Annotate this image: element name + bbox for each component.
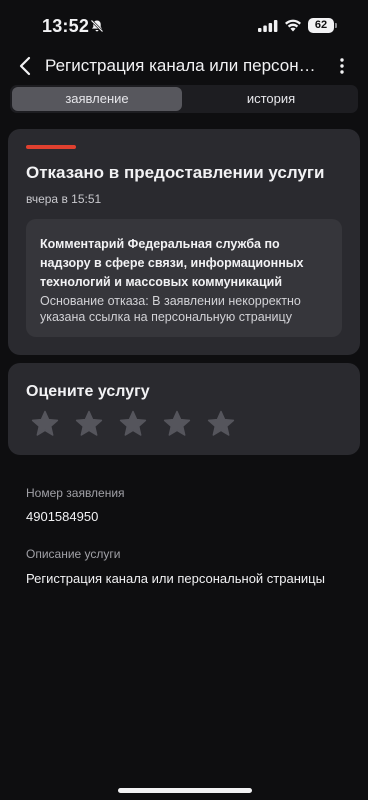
back-arrow-icon[interactable] [16, 54, 36, 78]
more-vertical-icon[interactable] [334, 56, 350, 76]
comment-title: Комментарий Федеральная служба по надзор… [40, 237, 304, 289]
application-number-label: Номер заявления [26, 486, 125, 500]
rating-title: Оцените услугу [26, 383, 150, 400]
battery-indicator: 62 [308, 18, 334, 33]
page-title: Регистрация канала или персональной стра… [45, 56, 325, 75]
status-timestamp: вчера в 15:51 [26, 192, 102, 206]
star-icon-3[interactable] [118, 409, 148, 439]
tab-application[interactable]: заявление [12, 87, 182, 111]
comment-box: Комментарий Федеральная служба по надзор… [26, 219, 342, 337]
nav-bar: Регистрация канала или персональной стра… [0, 48, 368, 84]
rejection-reason: Основание отказа: В заявлении некорректн… [40, 294, 301, 324]
screen: 13:52 62 Регистрация канала или персонал… [0, 0, 368, 800]
signal-icon [258, 20, 278, 32]
tab-history[interactable]: история [186, 87, 356, 111]
wifi-icon [285, 19, 301, 32]
star-icon-1[interactable] [30, 409, 60, 439]
battery-tip [335, 23, 337, 28]
status-bar: 13:52 62 [0, 0, 368, 48]
battery-level: 62 [314, 19, 328, 31]
rating-card: Оцените услугу [8, 363, 360, 455]
home-indicator[interactable] [118, 788, 252, 793]
service-description-label: Описание услуги [26, 547, 121, 561]
service-description-value: Регистрация канала или персональной стра… [26, 571, 325, 586]
star-icon-5[interactable] [206, 409, 236, 439]
status-title: Отказано в предоставлении услуги [26, 163, 325, 182]
segmented-tabs: заявление история [10, 85, 358, 113]
status-accent-bar [26, 145, 76, 149]
status-card: Отказано в предоставлении услуги вчера в… [8, 129, 360, 355]
star-icon-4[interactable] [162, 409, 192, 439]
bell-muted-icon [90, 19, 104, 33]
star-icon-2[interactable] [74, 409, 104, 439]
status-time: 13:52 [42, 16, 90, 36]
application-number-value: 4901584950 [26, 509, 99, 524]
